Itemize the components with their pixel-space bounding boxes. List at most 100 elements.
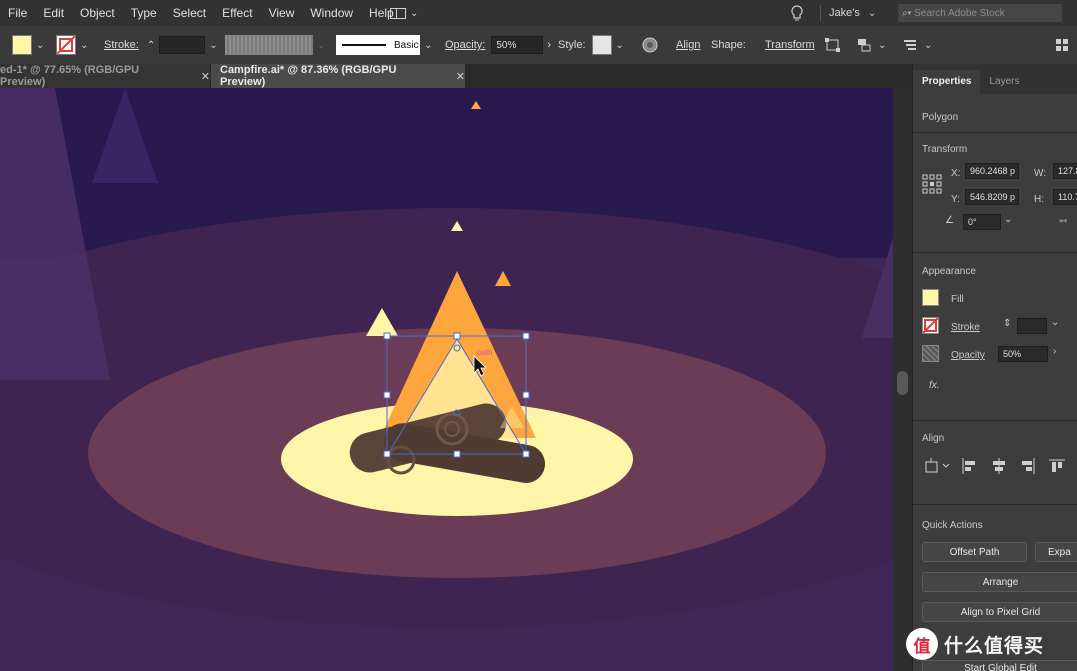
arrange-icon[interactable]: ⌄: [856, 26, 886, 64]
stepper-icon[interactable]: ⇕: [1003, 318, 1011, 329]
fill-swatch-control[interactable]: ⌄: [12, 26, 44, 64]
stroke-weight-control[interactable]: Stroke: ⌃ ⌄: [104, 26, 218, 64]
menu-file[interactable]: File: [0, 0, 35, 26]
chevron-down-icon: ⌄: [209, 39, 218, 51]
fill-swatch[interactable]: [922, 289, 939, 306]
chevron-down-icon: ⌄: [615, 39, 624, 51]
watermark-logo: 值: [906, 628, 938, 660]
chevron-down-icon[interactable]: ⌄: [1004, 214, 1012, 225]
user-menu[interactable]: Jake's ⌄: [820, 0, 886, 26]
style-control[interactable]: Style: ⌄: [558, 26, 624, 64]
align-to-icon[interactable]: [925, 458, 951, 477]
isolate-icon[interactable]: ⌄: [902, 26, 932, 64]
brush-definition[interactable]: Basic ⌄: [336, 26, 432, 64]
search-input[interactable]: Search Adobe Stock: [914, 8, 1005, 19]
object-type-label: Polygon: [922, 112, 959, 123]
w-field[interactable]: 127.8: [1053, 163, 1077, 179]
x-field[interactable]: 960.2468 p: [965, 163, 1019, 179]
align-left-icon[interactable]: [961, 458, 977, 477]
chevron-down-icon[interactable]: ⌄: [1051, 317, 1059, 328]
arrange-button[interactable]: Arrange: [922, 572, 1077, 592]
rotate-icon: ∠: [945, 215, 954, 226]
profile-preview[interactable]: [225, 35, 313, 55]
vertical-scrollbar[interactable]: [893, 88, 912, 671]
chevron-right-icon[interactable]: ›: [1053, 346, 1056, 357]
opacity-field[interactable]: 50%: [491, 36, 544, 54]
chevron-down-icon: ⌄: [410, 7, 419, 19]
chevron-down-icon: ▾: [907, 10, 912, 17]
transform-link[interactable]: Transform: [765, 26, 815, 64]
cursor-tag: path: [477, 348, 493, 357]
user-name: Jake's: [829, 7, 860, 19]
stroke-none-swatch[interactable]: [922, 317, 939, 334]
expand-button[interactable]: Expa: [1035, 542, 1077, 562]
align-top-icon[interactable]: [1049, 458, 1065, 477]
x-label: X:: [951, 168, 961, 179]
tab-campfire[interactable]: Campfire.ai* @ 87.36% (RGB/GPU Preview) …: [211, 64, 465, 88]
panel-menu-icon[interactable]: [1056, 26, 1068, 64]
stroke-label[interactable]: Stroke:: [104, 39, 139, 51]
artboard-canvas[interactable]: path: [0, 88, 893, 671]
flip-icon[interactable]: ⇿: [1059, 216, 1067, 227]
align-center-icon[interactable]: [991, 458, 1007, 477]
divider: [913, 252, 1077, 253]
stock-search[interactable]: ⌕ ▾ Search Adobe Stock: [898, 0, 1062, 26]
style-swatch[interactable]: [591, 35, 612, 55]
stroke-swatch-control[interactable]: ⌄: [56, 26, 88, 64]
opacity-icon: [922, 345, 939, 362]
chevron-right-icon[interactable]: ›: [547, 39, 551, 51]
close-icon[interactable]: ✕: [456, 70, 465, 83]
campfire-artwork[interactable]: [0, 88, 893, 671]
y-field[interactable]: 546.8209 p: [965, 189, 1019, 205]
transform-each-icon[interactable]: [824, 26, 842, 64]
align-pixel-grid-button[interactable]: Align to Pixel Grid: [922, 602, 1077, 622]
transform-label[interactable]: Transform: [765, 39, 815, 51]
tab-properties[interactable]: Properties: [913, 70, 981, 94]
menu-view[interactable]: View: [261, 0, 303, 26]
y-label: Y:: [951, 194, 960, 205]
fx-icon[interactable]: fx.: [929, 380, 940, 391]
workspace-switcher[interactable]: ⌄: [390, 0, 418, 26]
menu-edit[interactable]: Edit: [35, 0, 72, 26]
start-global-edit-button[interactable]: Start Global Edit: [922, 660, 1077, 671]
appearance-title: Appearance: [922, 266, 976, 277]
opacity-control[interactable]: Opacity: 50% ›: [445, 26, 551, 64]
variable-width-profile[interactable]: ⌄: [225, 26, 325, 64]
tab-layers[interactable]: Layers: [980, 70, 1028, 94]
align-link[interactable]: Align: [676, 26, 700, 64]
menu-object[interactable]: Object: [72, 0, 123, 26]
stroke-none-swatch[interactable]: [56, 35, 76, 55]
recolor-icon[interactable]: [642, 26, 658, 64]
menu-effect[interactable]: Effect: [214, 0, 260, 26]
stroke-weight-field[interactable]: [159, 36, 206, 54]
workspace-switcher-icon: [390, 7, 406, 19]
offset-path-button[interactable]: Offset Path: [922, 542, 1027, 562]
chevron-down-icon: ⌄: [80, 39, 89, 51]
opacity-label[interactable]: Opacity: [951, 350, 985, 361]
tab-untitled[interactable]: ed-1* @ 77.65% (RGB/GPU Preview) ✕: [0, 64, 210, 88]
stroke-weight-field[interactable]: [1017, 318, 1047, 334]
align-right-icon[interactable]: [1020, 458, 1036, 477]
scroll-thumb[interactable]: [897, 371, 908, 395]
opacity-label[interactable]: Opacity:: [445, 39, 485, 51]
fill-swatch[interactable]: [12, 35, 32, 55]
close-icon[interactable]: ✕: [201, 70, 210, 83]
chevron-down-icon: ⌄: [867, 7, 877, 19]
stepper-icon[interactable]: ⌃: [147, 40, 155, 51]
shape-label: Shape:: [711, 26, 746, 64]
menu-select[interactable]: Select: [165, 0, 214, 26]
stroke-label[interactable]: Stroke: [951, 322, 980, 333]
lightbulb-icon[interactable]: [790, 0, 804, 26]
properties-panel: Properties Layers Polygon Transform X: 9…: [912, 64, 1077, 671]
rotate-field[interactable]: 0°: [963, 214, 1001, 230]
style-label: Style:: [558, 39, 586, 51]
align-label[interactable]: Align: [676, 39, 700, 51]
menu-type[interactable]: Type: [123, 0, 165, 26]
opacity-field[interactable]: 50%: [998, 346, 1048, 362]
chevron-down-icon: ⌄: [36, 39, 45, 51]
chevron-down-icon: ⌄: [878, 39, 887, 51]
menu-window[interactable]: Window: [302, 0, 361, 26]
divider: [913, 420, 1077, 421]
reference-point-icon[interactable]: [922, 174, 942, 194]
h-field[interactable]: 110.7: [1053, 189, 1077, 205]
